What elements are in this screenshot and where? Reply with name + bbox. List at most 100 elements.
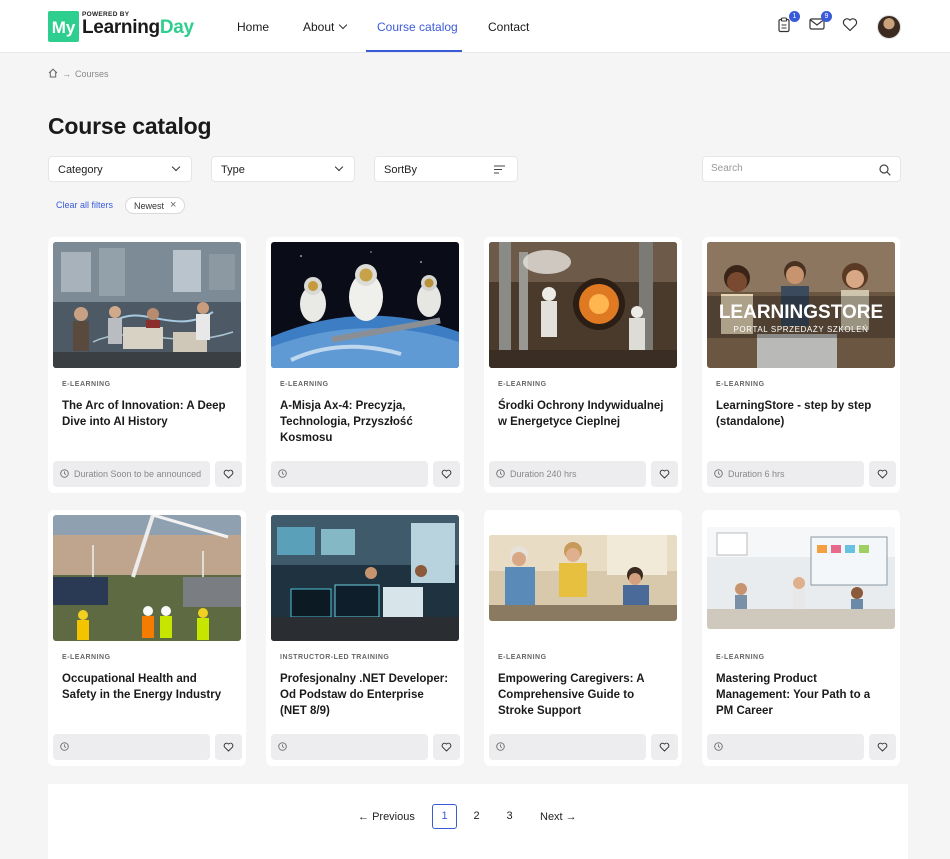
type-select-label: Type bbox=[221, 164, 245, 176]
cart-count-badge: 1 bbox=[789, 11, 800, 22]
page-title: Course catalog bbox=[48, 113, 212, 139]
page-button-3[interactable]: 3 bbox=[497, 804, 522, 829]
mail-count-badge: 9 bbox=[821, 11, 832, 22]
arrow-left-icon: ← bbox=[358, 811, 373, 823]
course-title[interactable]: Mastering Product Management: Your Path … bbox=[716, 671, 888, 719]
course-card[interactable]: E-LEARNING A-Misja Ax-4: Precyzja, Techn… bbox=[266, 237, 464, 493]
clock-icon bbox=[278, 469, 287, 480]
course-type: E-LEARNING bbox=[62, 654, 111, 661]
course-title[interactable]: Profesjonalny .NET Developer: Od Podstaw… bbox=[280, 671, 452, 719]
course-image bbox=[271, 515, 459, 641]
sort-icon bbox=[494, 165, 505, 177]
course-card[interactable]: E-LEARNING Empowering Caregivers: A Comp… bbox=[484, 510, 682, 766]
home-icon[interactable] bbox=[48, 68, 58, 80]
previous-page-button[interactable]: ← Previous bbox=[358, 811, 415, 823]
course-image bbox=[489, 535, 677, 621]
clear-all-filters-link[interactable]: Clear all filters bbox=[56, 200, 113, 210]
course-image bbox=[489, 242, 677, 368]
clipboard-icon[interactable]: 1 bbox=[777, 11, 800, 35]
course-title[interactable]: Empowering Caregivers: A Comprehensive G… bbox=[498, 671, 670, 719]
nav-about[interactable]: About bbox=[303, 20, 348, 34]
user-avatar[interactable] bbox=[877, 15, 901, 39]
course-card[interactable]: INSTRUCTOR-LED TRAINING Profesjonalny .N… bbox=[266, 510, 464, 766]
search-icon[interactable] bbox=[879, 163, 891, 181]
favorite-button[interactable] bbox=[651, 461, 678, 487]
category-select-label: Category bbox=[58, 164, 103, 176]
category-select[interactable]: Category bbox=[48, 156, 192, 182]
course-title[interactable]: LearningStore - step by step (standalone… bbox=[716, 398, 888, 430]
favorite-button[interactable] bbox=[215, 461, 242, 487]
filter-chip-label: Newest bbox=[134, 200, 165, 211]
course-duration: Duration Soon to be announced bbox=[53, 461, 210, 487]
course-image bbox=[707, 527, 895, 629]
course-duration-text: Duration 240 hrs bbox=[510, 469, 577, 479]
course-image bbox=[53, 242, 241, 368]
clock-icon bbox=[714, 742, 723, 753]
nav-course-catalog[interactable]: Course catalog bbox=[377, 20, 458, 34]
search-box bbox=[702, 156, 901, 182]
nav-contact[interactable]: Contact bbox=[488, 20, 529, 34]
close-icon[interactable]: × bbox=[170, 200, 176, 211]
heart-icon bbox=[223, 469, 234, 479]
course-card[interactable]: LEARNINGSTORE PORTAL SPRZEDAŻY SZKOLEŃ E… bbox=[702, 237, 900, 493]
course-image-text: LEARNINGSTORE bbox=[719, 302, 883, 323]
course-image bbox=[271, 242, 459, 368]
page-button-1[interactable]: 1 bbox=[432, 804, 457, 829]
type-select[interactable]: Type bbox=[211, 156, 355, 182]
clock-icon bbox=[496, 469, 505, 480]
favorite-button[interactable] bbox=[433, 461, 460, 487]
logo[interactable]: My POWERED BY LearningDay bbox=[48, 11, 194, 43]
chevron-down-icon bbox=[339, 20, 348, 30]
course-card[interactable]: E-LEARNING Mastering Product Management:… bbox=[702, 510, 900, 766]
nav-about-label: About bbox=[303, 20, 335, 34]
chevron-down-icon bbox=[171, 162, 181, 172]
heart-icon bbox=[223, 742, 234, 752]
favorite-button[interactable] bbox=[433, 734, 460, 760]
course-image: LEARNINGSTORE PORTAL SPRZEDAŻY SZKOLEŃ bbox=[707, 242, 895, 368]
heart-icon bbox=[441, 742, 452, 752]
favorite-button[interactable] bbox=[215, 734, 242, 760]
breadcrumb-separator: → bbox=[62, 69, 71, 79]
sort-select[interactable]: SortBy bbox=[374, 156, 518, 182]
favorite-button[interactable] bbox=[869, 734, 896, 760]
logo-name: LearningDay bbox=[82, 17, 194, 38]
clock-icon bbox=[60, 469, 69, 480]
favorite-button[interactable] bbox=[869, 461, 896, 487]
next-page-button[interactable]: Next → bbox=[540, 811, 577, 823]
heart-icon bbox=[877, 742, 888, 752]
course-type: INSTRUCTOR-LED TRAINING bbox=[280, 654, 390, 661]
course-duration-text: Duration Soon to be announced bbox=[74, 469, 202, 479]
heart-icon bbox=[659, 469, 670, 479]
course-card[interactable]: E-LEARNING Occupational Health and Safet… bbox=[48, 510, 246, 766]
course-type: E-LEARNING bbox=[716, 381, 765, 388]
page-button-2[interactable]: 2 bbox=[464, 804, 489, 829]
course-title[interactable]: Środki Ochrony Indywidualnej w Energetyc… bbox=[498, 398, 670, 430]
course-duration bbox=[707, 734, 864, 760]
course-title[interactable]: A-Misja Ax-4: Precyzja, Technologia, Prz… bbox=[280, 398, 452, 446]
course-duration bbox=[271, 734, 428, 760]
favorite-button[interactable] bbox=[651, 734, 678, 760]
mail-icon[interactable]: 9 bbox=[809, 11, 832, 35]
clock-icon bbox=[496, 742, 505, 753]
active-filter-chip: Newest × bbox=[125, 197, 186, 214]
course-title[interactable]: The Arc of Innovation: A Deep Dive into … bbox=[62, 398, 234, 430]
search-input[interactable] bbox=[711, 163, 871, 174]
breadcrumb-current: Courses bbox=[75, 69, 109, 79]
course-title[interactable]: Occupational Health and Safety in the En… bbox=[62, 671, 234, 703]
course-type: E-LEARNING bbox=[280, 381, 329, 388]
course-type: E-LEARNING bbox=[498, 381, 547, 388]
course-card[interactable]: E-LEARNING The Arc of Innovation: A Deep… bbox=[48, 237, 246, 493]
heart-icon[interactable] bbox=[842, 17, 860, 35]
course-type: E-LEARNING bbox=[716, 654, 765, 661]
heart-icon bbox=[441, 469, 452, 479]
nav-home[interactable]: Home bbox=[237, 20, 269, 34]
course-duration bbox=[53, 734, 210, 760]
course-card[interactable]: E-LEARNING Środki Ochrony Indywidualnej … bbox=[484, 237, 682, 493]
course-duration: Duration 6 hrs bbox=[707, 461, 864, 487]
heart-icon bbox=[659, 742, 670, 752]
next-label: Next bbox=[540, 811, 563, 823]
clock-icon bbox=[714, 469, 723, 480]
breadcrumb: → Courses bbox=[48, 68, 109, 80]
previous-label: Previous bbox=[372, 811, 415, 823]
clock-icon bbox=[60, 742, 69, 753]
